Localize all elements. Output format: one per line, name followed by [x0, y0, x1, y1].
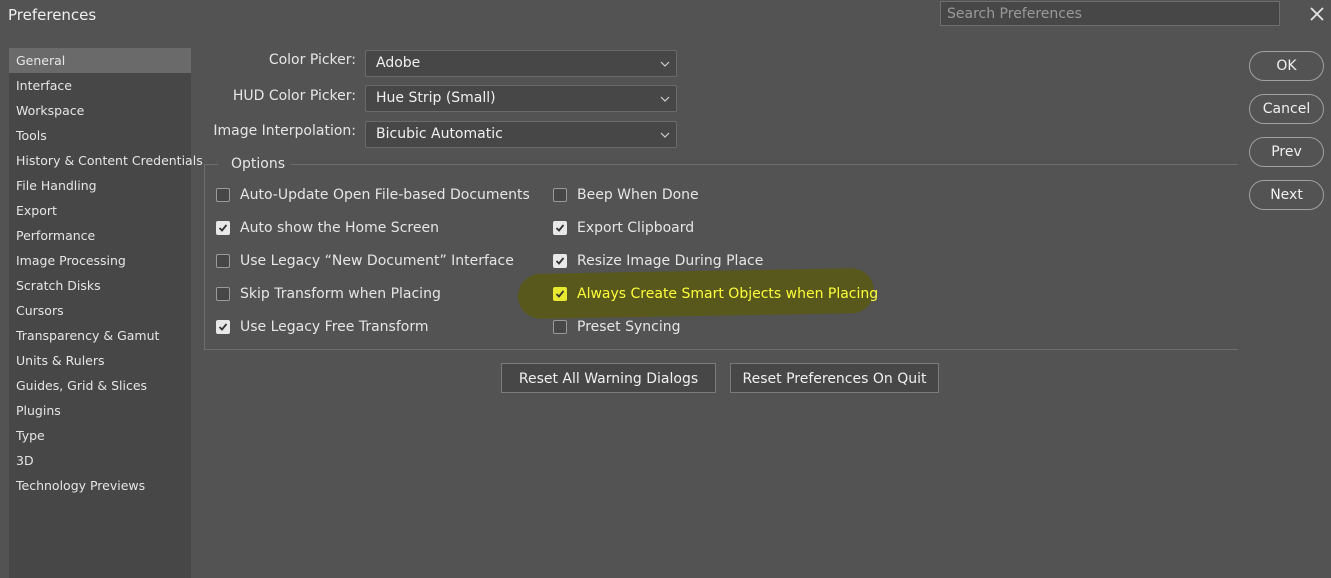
option-auto-update-documents[interactable]: Auto-Update Open File-based Documents [216, 185, 530, 205]
option-legacy-new-document[interactable]: Use Legacy “New Document” Interface [216, 251, 514, 271]
checkbox-checked[interactable] [553, 221, 567, 235]
sidebar: General Interface Workspace Tools Histor… [9, 48, 203, 578]
reset-preferences-button[interactable]: Reset Preferences On Quit [730, 363, 939, 393]
next-button[interactable]: Next [1249, 180, 1324, 210]
group-border-top-left [204, 164, 218, 165]
sidebar-item-file-handling[interactable]: File Handling [9, 173, 191, 198]
cancel-button[interactable]: Cancel [1249, 94, 1324, 124]
hud-color-picker-label: HUD Color Picker: [232, 88, 356, 104]
checkmark-icon [218, 323, 228, 331]
checkmark-icon [218, 224, 228, 232]
option-label: Always Create Smart Objects when Placing [577, 286, 879, 302]
option-label: Export Clipboard [577, 220, 695, 236]
option-label: Use Legacy “New Document” Interface [240, 253, 514, 269]
checkbox-checked[interactable] [216, 320, 230, 334]
option-auto-show-home-screen[interactable]: Auto show the Home Screen [216, 218, 439, 238]
sidebar-item-general[interactable]: General [9, 48, 191, 73]
option-always-create-smart-objects[interactable]: Always Create Smart Objects when Placing [553, 284, 878, 304]
option-label: Preset Syncing [577, 319, 681, 335]
sidebar-item-image-processing[interactable]: Image Processing [9, 248, 191, 273]
checkmark-icon [555, 257, 565, 265]
sidebar-item-transparency[interactable]: Transparency & Gamut [9, 323, 191, 348]
checkbox[interactable] [216, 254, 230, 268]
sidebar-item-interface[interactable]: Interface [9, 73, 191, 98]
checkmark-icon [555, 224, 565, 232]
option-skip-transform[interactable]: Skip Transform when Placing [216, 284, 441, 304]
sidebar-item-workspace[interactable]: Workspace [9, 98, 191, 123]
close-icon[interactable] [1304, 2, 1330, 26]
color-picker-label: Color Picker: [268, 52, 356, 68]
hud-color-picker-value: Hue Strip (Small) [376, 90, 496, 106]
sidebar-item-type[interactable]: Type [9, 423, 191, 448]
option-label: Auto show the Home Screen [240, 220, 439, 236]
checkbox-checked[interactable] [553, 254, 567, 268]
option-label: Auto-Update Open File-based Documents [240, 187, 530, 203]
image-interpolation-value: Bicubic Automatic [376, 126, 503, 142]
checkbox[interactable] [216, 287, 230, 301]
sidebar-item-scratch-disks[interactable]: Scratch Disks [9, 273, 191, 298]
option-legacy-free-transform[interactable]: Use Legacy Free Transform [216, 317, 428, 337]
option-label: Beep When Done [577, 187, 699, 203]
sidebar-item-export[interactable]: Export [9, 198, 191, 223]
option-export-clipboard[interactable]: Export Clipboard [553, 218, 694, 238]
search-input[interactable] [940, 1, 1280, 26]
sidebar-item-history[interactable]: History & Content Credentials [9, 148, 203, 173]
checkbox-checked[interactable] [553, 287, 567, 301]
reset-warning-dialogs-button[interactable]: Reset All Warning Dialogs [501, 363, 716, 393]
title-bar: Preferences [0, 0, 1331, 30]
group-border-top-right [291, 164, 1238, 165]
option-beep-when-done[interactable]: Beep When Done [553, 185, 699, 205]
image-interpolation-select[interactable]: Bicubic Automatic [365, 121, 677, 148]
option-label: Skip Transform when Placing [240, 286, 441, 302]
checkbox[interactable] [216, 188, 230, 202]
sidebar-item-3d[interactable]: 3D [9, 448, 191, 473]
sidebar-item-guides[interactable]: Guides, Grid & Slices [9, 373, 191, 398]
option-preset-syncing[interactable]: Preset Syncing [553, 317, 681, 337]
sidebar-item-performance[interactable]: Performance [9, 223, 191, 248]
option-resize-image-during-place[interactable]: Resize Image During Place [553, 251, 763, 271]
sidebar-item-tools[interactable]: Tools [9, 123, 191, 148]
option-label: Use Legacy Free Transform [240, 319, 429, 335]
sidebar-item-technology-previews[interactable]: Technology Previews [9, 473, 191, 498]
chevron-down-icon [660, 61, 670, 67]
sidebar-item-units-rulers[interactable]: Units & Rulers [9, 348, 191, 373]
options-title: Options [229, 156, 288, 172]
window-title: Preferences [8, 6, 97, 24]
prev-button[interactable]: Prev [1249, 137, 1324, 167]
hud-color-picker-select[interactable]: Hue Strip (Small) [365, 85, 677, 112]
color-picker-value: Adobe [376, 55, 421, 71]
checkbox[interactable] [553, 188, 567, 202]
checkmark-icon [555, 290, 565, 298]
checkbox-checked[interactable] [216, 221, 230, 235]
sidebar-item-plugins[interactable]: Plugins [9, 398, 191, 423]
chevron-down-icon [660, 132, 670, 138]
image-interpolation-label: Image Interpolation: [213, 123, 356, 139]
color-picker-select[interactable]: Adobe [365, 50, 677, 77]
sidebar-item-cursors[interactable]: Cursors [9, 298, 191, 323]
chevron-down-icon [660, 96, 670, 102]
option-label: Resize Image During Place [577, 253, 764, 269]
ok-button[interactable]: OK [1249, 51, 1324, 81]
checkbox[interactable] [553, 320, 567, 334]
